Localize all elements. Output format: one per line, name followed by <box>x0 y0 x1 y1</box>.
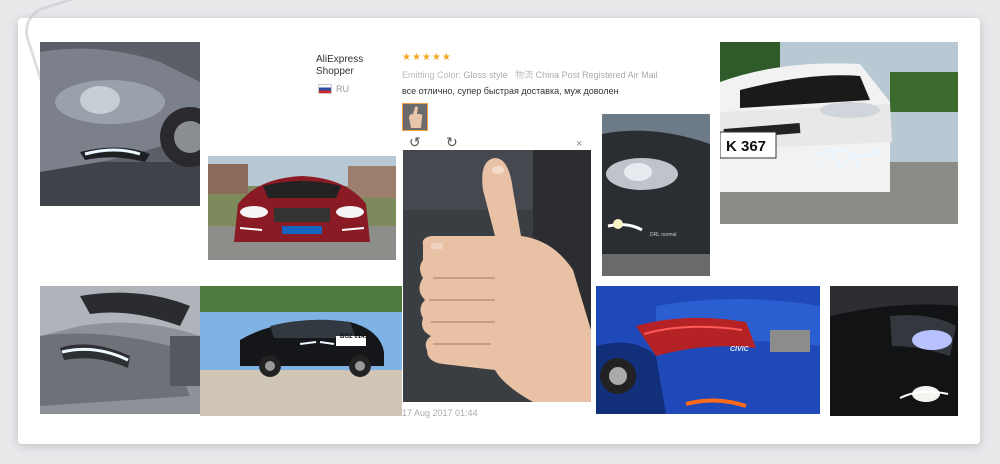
photo-thumbs-up[interactable] <box>403 150 591 402</box>
emitting-color-value: Gloss style <box>463 70 508 80</box>
photo-grey-car-drl[interactable] <box>40 42 200 206</box>
photo-silver-car-drl[interactable] <box>40 286 200 414</box>
shopper-name: AliExpress Shopper <box>316 54 364 77</box>
photo-white-civic[interactable]: K 367 <box>720 42 958 224</box>
review-date: 17 Aug 2017 01:44 <box>402 408 478 418</box>
close-icon[interactable]: × <box>576 138 582 150</box>
photo-red-focus[interactable] <box>208 156 396 260</box>
country-code: RU <box>336 84 349 94</box>
photo-blue-civic[interactable]: CIVIC <box>596 286 820 414</box>
order-meta: Emitting Color: Gloss style 物流 China Pos… <box>402 68 658 81</box>
photo-black-civic[interactable]: BGZ 0145 <box>200 286 402 416</box>
civic-badge: CIVIC <box>730 346 749 353</box>
logistics-label: 物流 <box>515 70 534 80</box>
feedback-text: все отлично, супер быстрая доставка, муж… <box>402 86 619 96</box>
photo-black-focus[interactable]: DRL normal <box>602 114 710 276</box>
russia-flag-icon <box>318 84 332 94</box>
logistics-value: China Post Registered Air Mail <box>535 70 658 80</box>
license-plate-2: BGZ 0145 <box>340 334 368 340</box>
photo-caption: DRL normal <box>650 232 677 238</box>
emitting-color-label: Emitting Color: <box>402 70 462 80</box>
review-thumbnail[interactable] <box>402 103 428 131</box>
license-plate: K 367 <box>726 138 767 155</box>
photo-dark-car-foglight[interactable] <box>830 286 958 416</box>
rotate-left-icon[interactable]: ↺ <box>409 134 421 151</box>
rating-stars: ★★★★★ <box>402 52 452 63</box>
country-label: RU <box>318 84 349 94</box>
rotate-right-icon[interactable]: ↻ <box>446 134 458 151</box>
